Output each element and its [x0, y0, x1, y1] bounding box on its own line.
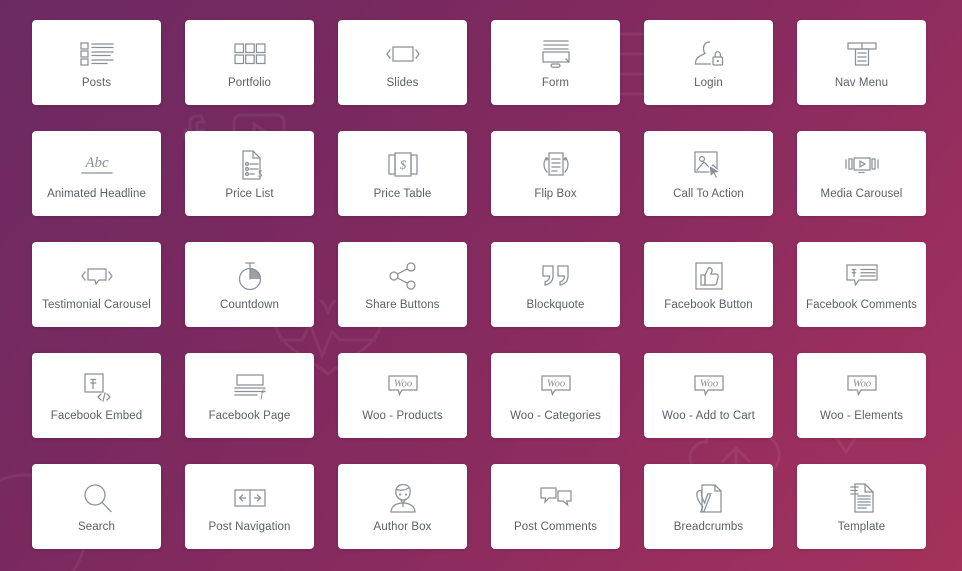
widget-label: Countdown — [219, 299, 280, 311]
svg-text:$: $ — [257, 169, 262, 179]
widget-card[interactable]: Call To Action — [644, 131, 773, 216]
widget-label: Share Buttons — [365, 299, 440, 311]
widget-card[interactable]: Nav Menu — [797, 20, 926, 105]
svg-text:$: $ — [399, 157, 406, 172]
post-navigation-arrows-icon — [233, 481, 266, 515]
widget-label: Template — [837, 521, 886, 533]
facebook-page-icon: f — [233, 370, 266, 404]
widget-card[interactable]: Slides — [338, 20, 467, 105]
share-nodes-icon — [388, 259, 418, 293]
widget-card[interactable]: Woo Woo - Add to Cart — [644, 353, 773, 438]
widget-label: Author Box — [373, 521, 432, 533]
widget-card[interactable]: Woo Woo - Products — [338, 353, 467, 438]
widget-label: Search — [77, 521, 116, 533]
media-carousel-play-icon — [844, 148, 880, 182]
facebook-thumbs-up-icon — [694, 259, 723, 293]
widget-label: Post Comments — [513, 521, 598, 533]
widget-card[interactable]: Countdown — [185, 242, 314, 327]
login-user-lock-icon — [694, 37, 724, 71]
widget-label: Breadcrumbs — [673, 521, 744, 533]
widget-card[interactable]: Flip Box — [491, 131, 620, 216]
post-comments-bubbles-icon — [539, 481, 572, 515]
widget-card[interactable]: Template — [797, 464, 926, 549]
posts-list-icon — [79, 37, 114, 71]
widget-card[interactable]: f Facebook Page — [185, 353, 314, 438]
widget-label: Testimonial Carousel — [42, 299, 151, 311]
widget-card[interactable]: Author Box — [338, 464, 467, 549]
widget-label: Media Carousel — [820, 188, 903, 200]
widget-card[interactable]: Woo Woo - Categories — [491, 353, 620, 438]
widgets-grid: Posts Portfolio Slides Form Login Nav Menu Abc… — [32, 20, 930, 549]
widget-card[interactable]: Login — [644, 20, 773, 105]
widget-card[interactable]: $ Price List — [185, 131, 314, 216]
widget-label: Facebook Embed — [50, 410, 143, 422]
widget-label: Form — [541, 77, 570, 89]
woo-elements-icon: Woo — [845, 370, 879, 404]
widget-card[interactable]: Portfolio — [185, 20, 314, 105]
widget-card[interactable]: Posts — [32, 20, 161, 105]
woo-add-to-cart-icon: Woo — [692, 370, 726, 404]
blockquote-quotes-icon — [540, 259, 572, 293]
price-list-document-icon: $ — [237, 148, 263, 182]
widget-card[interactable]: Post Navigation — [185, 464, 314, 549]
form-screen-icon — [540, 37, 572, 71]
widget-label: Flip Box — [534, 188, 577, 200]
widget-label: Post Navigation — [208, 521, 291, 533]
template-document-icon — [849, 481, 875, 515]
svg-text:f: f — [260, 388, 265, 400]
svg-text:Abc: Abc — [84, 155, 109, 171]
widget-label: Price Table — [373, 188, 432, 200]
widget-card[interactable]: Form — [491, 20, 620, 105]
widget-label: Price List — [225, 188, 274, 200]
slides-arrows-icon — [385, 37, 421, 71]
call-to-action-image-cursor-icon — [693, 148, 724, 182]
widget-label: Blockquote — [526, 299, 585, 311]
search-magnifier-icon — [82, 481, 112, 515]
widget-label: Woo - Elements — [820, 410, 903, 422]
widget-label: Nav Menu — [834, 77, 889, 89]
breadcrumbs-yoast-icon — [695, 481, 723, 515]
widget-label: Woo - Categories — [510, 410, 601, 422]
woo-products-icon: Woo — [386, 370, 420, 404]
woo-categories-icon: Woo — [539, 370, 573, 404]
widget-card[interactable]: Abc Animated Headline — [32, 131, 161, 216]
widget-card[interactable]: Woo Woo - Elements — [797, 353, 926, 438]
widget-card[interactable]: Facebook Embed — [32, 353, 161, 438]
svg-text:Woo: Woo — [699, 379, 717, 390]
widget-label: Login — [694, 77, 723, 89]
widget-card[interactable]: Testimonial Carousel — [32, 242, 161, 327]
widget-card[interactable]: Facebook Comments — [797, 242, 926, 327]
widget-card[interactable]: Breadcrumbs — [644, 464, 773, 549]
nav-menu-icon — [846, 37, 877, 71]
testimonial-carousel-bubble-icon — [79, 259, 115, 293]
widget-label: Woo - Products — [362, 410, 443, 422]
widget-card[interactable]: Blockquote — [491, 242, 620, 327]
facebook-comments-icon — [845, 259, 878, 293]
widget-card[interactable]: Search — [32, 464, 161, 549]
widget-label: Posts — [81, 77, 112, 89]
svg-text:Woo: Woo — [852, 379, 870, 390]
widget-card[interactable]: Media Carousel — [797, 131, 926, 216]
widget-label: Facebook Button — [664, 299, 753, 311]
animated-headline-abc-icon: Abc — [79, 148, 115, 182]
widget-card[interactable]: Facebook Button — [644, 242, 773, 327]
widget-label: Woo - Add to Cart — [662, 410, 755, 422]
widget-card[interactable]: $ Price Table — [338, 131, 467, 216]
portfolio-grid-icon — [233, 37, 266, 71]
widget-card[interactable]: Share Buttons — [338, 242, 467, 327]
widget-label: Animated Headline — [47, 188, 146, 200]
svg-text:Woo: Woo — [546, 379, 564, 390]
widget-card[interactable]: Post Comments — [491, 464, 620, 549]
widget-label: Call To Action — [673, 188, 744, 200]
flip-box-icon — [540, 148, 572, 182]
widget-label: Facebook Page — [208, 410, 291, 422]
widget-label: Portfolio — [227, 77, 272, 89]
facebook-embed-code-icon — [82, 370, 112, 404]
countdown-stopwatch-icon — [236, 259, 264, 293]
widget-label: Slides — [386, 77, 419, 89]
widget-label: Facebook Comments — [806, 299, 917, 311]
price-table-dollar-icon: $ — [387, 148, 418, 182]
author-box-person-icon — [389, 481, 417, 515]
svg-text:Woo: Woo — [393, 379, 411, 390]
